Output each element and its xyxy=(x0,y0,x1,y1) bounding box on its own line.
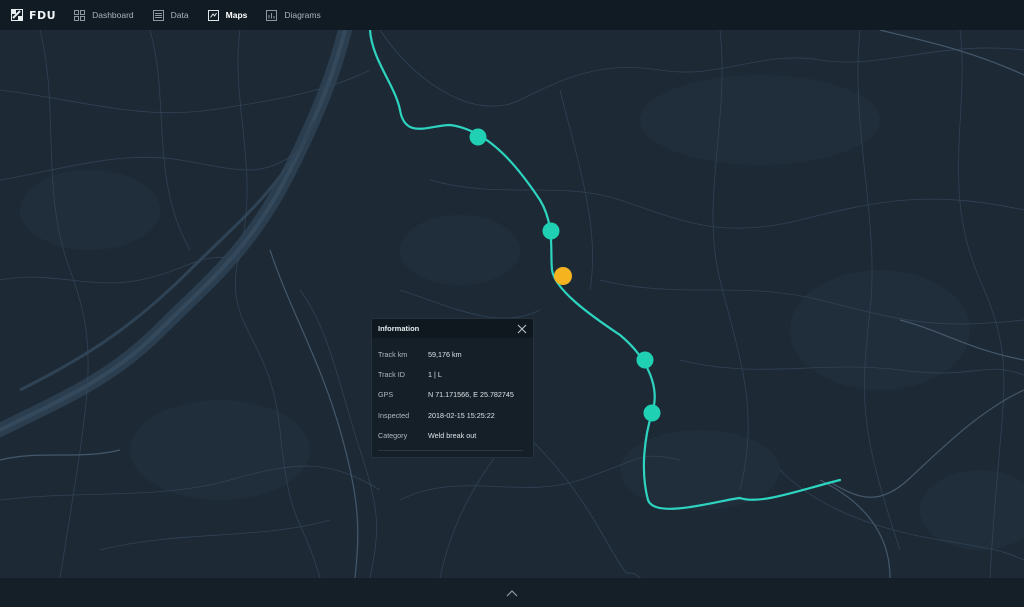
list-icon xyxy=(152,9,164,21)
bar-chart-icon xyxy=(266,9,278,21)
inspection-marker-selected[interactable] xyxy=(554,267,572,285)
info-row-track-id: Track ID 1 | L xyxy=(378,364,533,384)
info-row-track-km: Track km 59,176 km xyxy=(378,344,533,364)
top-navigation: FDU Dashboard Data Maps Diagrams xyxy=(0,0,1024,30)
nav-item-diagrams[interactable]: Diagrams xyxy=(266,9,321,21)
info-key: GPS xyxy=(378,390,394,400)
information-title: Information xyxy=(378,324,420,333)
info-key: Inspected xyxy=(378,410,410,420)
nav-label: Dashboard xyxy=(92,10,134,20)
nav-item-maps[interactable]: Maps xyxy=(207,9,248,21)
information-rows: Track km 59,176 km Track ID 1 | L GPS N … xyxy=(372,338,533,445)
map-svg xyxy=(0,30,1024,578)
chevron-up-icon xyxy=(506,589,518,596)
information-header: Information xyxy=(372,319,533,338)
information-panel: Information Track km 59,176 km Track ID … xyxy=(371,318,534,458)
nav-item-dashboard[interactable]: Dashboard xyxy=(74,9,134,21)
info-row-gps: GPS N 71.171566, E 25.782745 xyxy=(378,385,533,405)
nav-label: Data xyxy=(170,10,189,20)
app-root: FDU Dashboard Data Maps Diagrams Informa… xyxy=(0,0,1024,607)
information-divider xyxy=(378,450,523,451)
brand-name: FDU xyxy=(29,8,57,22)
info-value: N 71.171566, E 25.782745 xyxy=(428,390,514,400)
info-value: 2018-02-15 15:25:22 xyxy=(428,410,495,420)
inspection-marker[interactable] xyxy=(542,222,560,240)
expand-panel-button[interactable] xyxy=(500,583,524,603)
inspection-marker[interactable] xyxy=(636,351,654,369)
map-icon xyxy=(207,9,219,21)
info-value: 59,176 km xyxy=(428,349,462,359)
nav-item-data[interactable]: Data xyxy=(152,9,189,21)
info-key: Track ID xyxy=(378,369,405,379)
info-key: Track km xyxy=(378,349,408,359)
inspection-marker[interactable] xyxy=(643,404,661,422)
map-canvas[interactable] xyxy=(0,30,1024,578)
bottom-bar xyxy=(0,578,1024,607)
info-key: Category xyxy=(378,430,408,440)
nav-label: Diagrams xyxy=(284,10,321,20)
info-value: 1 | L xyxy=(428,369,442,379)
logo-icon xyxy=(11,9,23,21)
close-icon xyxy=(517,324,527,333)
brand[interactable]: FDU xyxy=(0,9,56,22)
inspection-marker[interactable] xyxy=(469,128,487,146)
info-value: Weld break out xyxy=(428,430,477,440)
grid-icon xyxy=(74,9,86,21)
close-button[interactable] xyxy=(516,323,528,335)
nav-label: Maps xyxy=(225,10,248,20)
info-row-category: Category Weld break out xyxy=(378,425,533,445)
info-row-inspected: Inspected 2018-02-15 15:25:22 xyxy=(378,405,533,425)
